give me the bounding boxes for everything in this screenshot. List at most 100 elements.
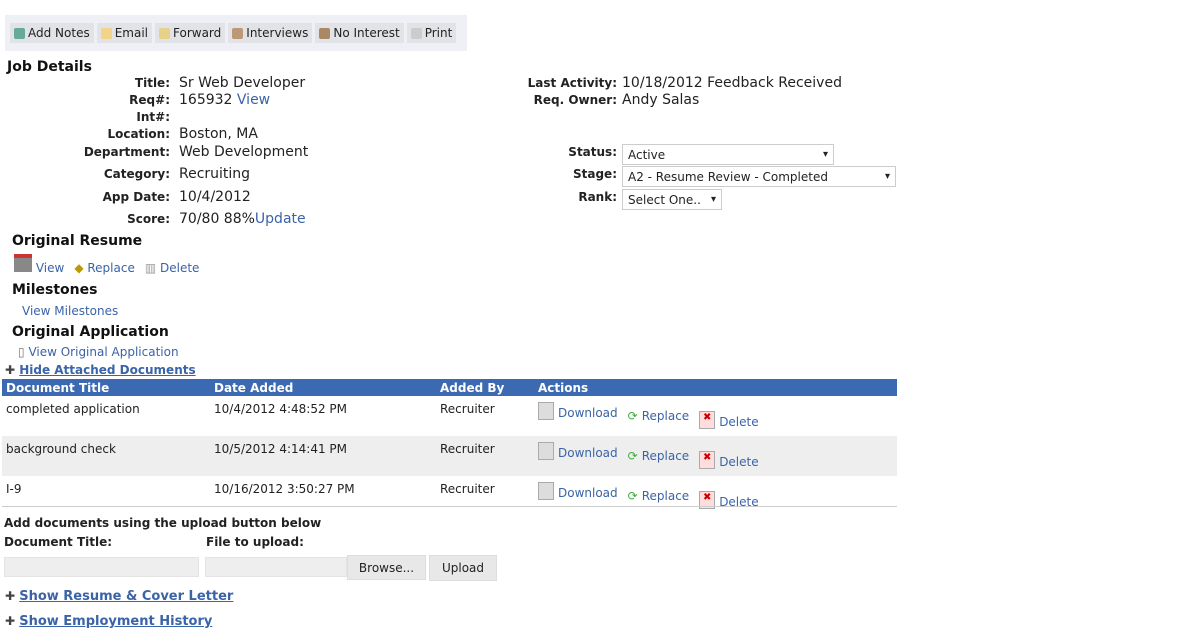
show-employment-row: ✚ Show Employment History <box>5 614 212 629</box>
replace-resume-link[interactable]: ◆ Replace <box>74 261 135 275</box>
download-link[interactable]: Download <box>538 482 618 500</box>
thumbs-down-icon <box>319 27 331 39</box>
resume-actions: View ◆ Replace ▥ Delete <box>14 254 199 275</box>
no-interest-button[interactable]: No Interest <box>315 23 404 43</box>
stage-select[interactable]: A2 - Resume Review - Completed <box>622 166 896 187</box>
upload-intro: Add documents using the upload button be… <box>4 516 322 530</box>
add-notes-button[interactable]: Add Notes <box>10 23 94 43</box>
doc-actions: Download ⟳ Replace ✖ Delete <box>534 476 897 516</box>
trash-icon: ▥ <box>144 261 157 275</box>
update-score-link[interactable]: Update <box>255 211 306 227</box>
delete-resume-link[interactable]: ▥ Delete <box>145 261 200 275</box>
interviews-button[interactable]: Interviews <box>228 23 313 43</box>
tag-icon: ◆ <box>74 261 84 275</box>
show-employment-history-link[interactable]: Show Employment History <box>19 614 212 629</box>
download-icon <box>538 482 554 500</box>
document-title-input[interactable] <box>4 557 199 577</box>
view-original-application-link[interactable]: View Original Application <box>28 345 178 359</box>
download-label: Download <box>558 446 618 460</box>
table-row: background check 10/5/2012 4:14:41 PM Recr… <box>2 436 897 476</box>
delete-resume-label: Delete <box>160 261 200 275</box>
replace-link[interactable]: ⟳ Replace <box>628 409 690 423</box>
download-icon <box>538 442 554 460</box>
print-button[interactable]: Print <box>406 23 457 43</box>
rank-select[interactable]: Select One.. <box>622 189 722 210</box>
score-value: 70/80 88%Update <box>179 211 306 227</box>
replace-label: Replace <box>641 449 690 463</box>
download-icon <box>538 402 554 420</box>
forward-button[interactable]: Forward <box>155 23 226 43</box>
doc-title: completed application <box>6 402 140 416</box>
download-link[interactable]: Download <box>538 402 618 420</box>
doc-added-by: Recruiter <box>436 436 534 476</box>
doc-actions: Download ⟳ Replace ✖ Delete <box>534 396 897 436</box>
doc-date: 10/5/2012 4:14:41 PM <box>210 436 436 476</box>
delete-icon: ✖ <box>699 451 716 469</box>
view-resume-link[interactable]: View <box>14 254 64 275</box>
forward-icon <box>159 27 171 39</box>
doc-added-by: Recruiter <box>440 402 495 416</box>
rank-value: Select One.. <box>628 192 701 207</box>
replace-resume-label: Replace <box>87 261 135 275</box>
col-added-by: Added By <box>436 379 534 396</box>
refresh-icon: ⟳ <box>627 489 638 503</box>
location-value: Boston, MA <box>179 126 258 142</box>
doc-title: background check <box>2 436 210 476</box>
milestones-heading: Milestones <box>12 282 98 298</box>
documents-table: Document Title Date Added Added By Actio… <box>2 379 897 516</box>
req-owner-label: Req. Owner: <box>533 93 617 107</box>
last-activity-value: 10/18/2012 Feedback Received <box>622 75 842 91</box>
plus-icon: ✚ <box>5 589 16 603</box>
download-label: Download <box>558 406 618 420</box>
delete-label: Delete <box>719 415 759 429</box>
replace-link[interactable]: ⟳ Replace <box>628 449 690 463</box>
req-owner-value: Andy Salas <box>622 92 700 108</box>
doc-added-by: Recruiter <box>440 482 495 496</box>
col-actions: Actions <box>534 379 897 396</box>
file-to-upload-label: File to upload: <box>206 535 304 549</box>
download-link[interactable]: Download <box>538 442 618 460</box>
original-application-heading: Original Application <box>12 324 169 340</box>
interviews-icon <box>232 27 244 39</box>
delete-label: Delete <box>719 455 759 469</box>
replace-label: Replace <box>641 409 690 423</box>
view-milestones-link[interactable]: View Milestones <box>22 304 118 318</box>
table-header: Document Title Date Added Added By Actio… <box>2 379 897 396</box>
upload-button[interactable]: Upload <box>429 555 497 581</box>
plus-icon: ✚ <box>5 614 16 628</box>
location-label: Location: <box>107 127 170 141</box>
status-value: Active <box>628 147 666 162</box>
plus-icon: ✚ <box>5 363 16 377</box>
view-application-row: ▯ View Original Application <box>18 345 179 359</box>
show-resume-link[interactable]: Show Resume & Cover Letter <box>19 589 233 604</box>
download-label: Download <box>558 486 618 500</box>
stage-label: Stage: <box>572 167 617 181</box>
doc-actions: Download ⟳ Replace ✖ Delete <box>534 436 897 476</box>
print-icon <box>410 27 422 39</box>
show-resume-row: ✚ Show Resume & Cover Letter <box>5 589 233 604</box>
delete-link[interactable]: ✖ Delete <box>699 411 759 429</box>
delete-link[interactable]: ✖ Delete <box>699 451 759 469</box>
score-number: 70/80 88% <box>179 211 255 227</box>
job-details-heading: Job Details <box>7 59 92 75</box>
rank-label: Rank: <box>578 190 617 204</box>
status-select[interactable]: Active <box>622 144 834 165</box>
table-row: completed application 10/4/2012 4:48:52 P… <box>2 396 897 436</box>
score-label: Score: <box>127 212 170 226</box>
file-path-input[interactable] <box>205 557 347 577</box>
divider <box>2 506 897 507</box>
original-resume-heading: Original Resume <box>12 233 143 249</box>
download-icon <box>14 254 32 272</box>
delete-icon: ✖ <box>699 411 716 429</box>
hide-attached-documents-link[interactable]: Hide Attached Documents <box>19 363 195 377</box>
document-title-label: Document Title: <box>4 535 113 549</box>
refresh-icon: ⟳ <box>627 409 638 423</box>
table-row: I-9 10/16/2012 3:50:27 PM Recruiter Downlo… <box>2 476 897 516</box>
document-icon: ▯ <box>18 345 25 359</box>
replace-link[interactable]: ⟳ Replace <box>628 489 690 503</box>
view-resume-label: View <box>35 261 65 275</box>
toolbar: Add Notes Email Forward Interviews No In… <box>5 15 467 51</box>
refresh-icon: ⟳ <box>627 449 638 463</box>
browse-button[interactable]: Browse... <box>347 555 426 580</box>
email-button[interactable]: Email <box>96 23 153 43</box>
